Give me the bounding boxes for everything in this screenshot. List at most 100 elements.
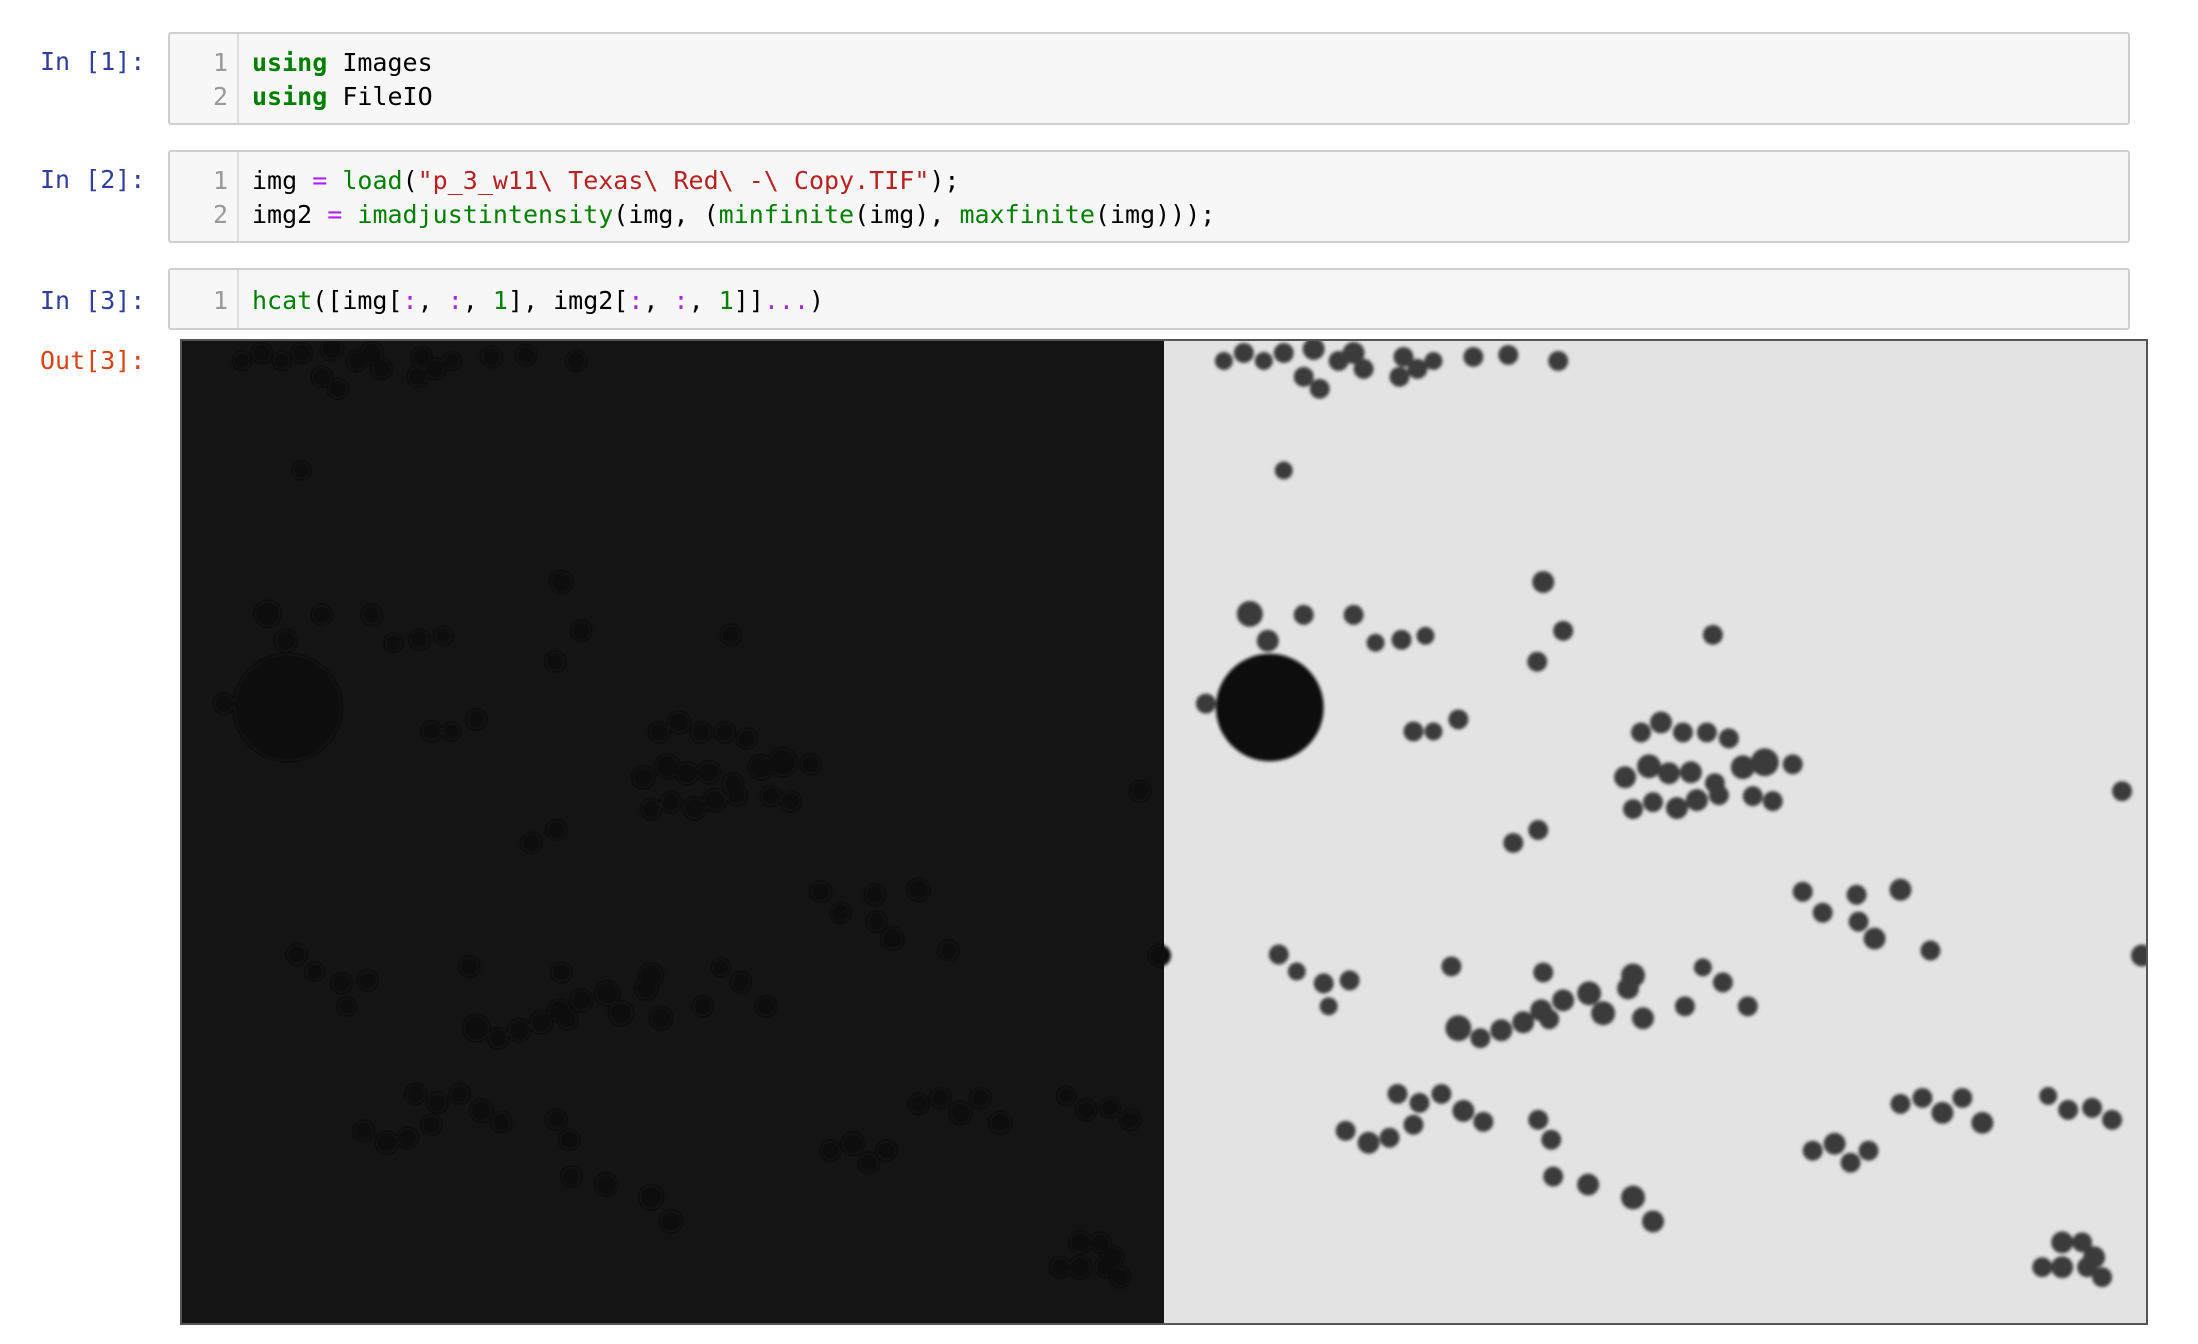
cell-blob	[1552, 989, 1575, 1012]
cell-blob	[311, 604, 332, 625]
cell-blob	[1403, 721, 1424, 742]
cell-blob	[1642, 1210, 1664, 1233]
cell-blob	[251, 342, 272, 363]
cell-blob	[427, 1092, 448, 1113]
code-token: ,	[462, 286, 493, 315]
code-line: 2 img2 = imadjustintensity(img, (minfinit…	[170, 198, 2128, 232]
cell-blob	[1512, 1011, 1535, 1034]
cell-blob	[274, 629, 297, 652]
cell-blob	[1623, 799, 1644, 820]
cell-blob	[2102, 1109, 2123, 1130]
cell-blob	[559, 1129, 580, 1150]
code-token: ,	[643, 286, 674, 315]
cell-blob	[1057, 1086, 1076, 1105]
cell-blob	[690, 722, 711, 743]
cell-blob	[1696, 722, 1717, 743]
cell-blob	[1149, 944, 1171, 967]
cell-blob	[1840, 1152, 1861, 1173]
line-number: 1	[212, 166, 228, 195]
cell-blob	[1343, 604, 1364, 625]
cell-blob	[292, 461, 311, 480]
code-line: 1 using Images	[170, 46, 2128, 80]
cell-blob	[655, 754, 679, 779]
code-token: =	[312, 166, 328, 195]
cell-blob	[546, 820, 567, 840]
cell-blob	[1335, 1120, 1356, 1141]
line-number: 2	[212, 82, 228, 111]
cell-blob	[661, 792, 681, 813]
cell-blob	[481, 346, 502, 367]
cell-blob	[639, 1185, 664, 1210]
code-token: 1	[718, 286, 734, 315]
cell-blob	[635, 977, 658, 1000]
code-text: using FileIO	[252, 80, 433, 114]
cell-blob	[1490, 1019, 1513, 1042]
cell-blob	[1409, 1092, 1430, 1113]
cell-blob	[1293, 604, 1314, 625]
cell-blob	[1650, 711, 1672, 734]
cell-blob	[1548, 350, 1569, 371]
cell-blob	[213, 693, 234, 714]
cell-blob	[384, 633, 403, 652]
cell-blob	[810, 881, 831, 902]
cell-blob	[2082, 1097, 2103, 1118]
cell-blob	[1718, 728, 1739, 749]
original-image-panel	[182, 341, 1164, 1323]
cell-blob	[650, 1007, 673, 1030]
cell-blob	[730, 972, 751, 993]
cell-blob	[557, 1009, 578, 1030]
code-editor[interactable]: 1 hcat([img[:, :, 1], img2[:, :, 1]]...)	[168, 268, 2130, 330]
code-token: 1	[492, 286, 508, 315]
cell-blob	[641, 799, 662, 820]
cell-blob	[697, 761, 720, 784]
cell-blob	[858, 1152, 879, 1173]
cell-blob	[397, 1127, 418, 1148]
cell-blob	[1679, 761, 1702, 784]
code-token: (	[402, 166, 418, 195]
cell-blob	[683, 797, 706, 820]
cell-blob	[1069, 1231, 1092, 1254]
cell-blob	[1577, 981, 1602, 1006]
cell-blob	[1971, 1111, 1994, 1134]
cell-blob	[327, 378, 348, 399]
cell-blob	[1214, 351, 1233, 370]
cell-blob	[1473, 1111, 1494, 1132]
cell-blob	[2051, 1231, 2074, 1254]
code-token: imadjustintensity	[357, 200, 614, 229]
code-token: img2	[252, 200, 328, 229]
cell-blob	[1215, 653, 1324, 762]
cell-blob	[1657, 762, 1680, 785]
cell-blob	[286, 944, 307, 965]
cell-blob	[1539, 1009, 1560, 1030]
code-editor[interactable]: 1 using Images 2 using FileIO	[168, 32, 2130, 125]
cell-blob	[1050, 1257, 1071, 1278]
code-text: img2 = imadjustintensity(img, (minfinite…	[252, 198, 1215, 232]
code-token: img	[252, 166, 313, 195]
cell-blob	[361, 604, 382, 625]
cell-blob	[1100, 1097, 1121, 1118]
cell-blob	[508, 1019, 531, 1042]
cell-blob	[1890, 1093, 1911, 1114]
cell-blob	[714, 722, 735, 743]
code-token: (img)));	[1094, 200, 1216, 229]
cell-blob	[521, 832, 542, 853]
cell-blob	[726, 785, 747, 806]
cell-blob	[1293, 366, 1314, 387]
input-prompt: In [2]:	[40, 165, 146, 194]
cell-blob	[1503, 832, 1524, 853]
cell-blob	[800, 754, 821, 775]
code-token: (img, (	[613, 200, 719, 229]
cell-blob	[1528, 1109, 1549, 1130]
cell-blob	[405, 1083, 426, 1104]
cell-blob	[1424, 722, 1443, 741]
code-editor[interactable]: 1 img = load("p_3_w11\ Texas\ Red\ -\ Cop…	[168, 150, 2130, 243]
cell-blob	[1621, 1185, 1646, 1210]
cell-blob	[1541, 1129, 1562, 1150]
cell-blob	[2039, 1086, 2058, 1105]
cell-blob	[881, 927, 904, 950]
cell-blob	[1353, 358, 1374, 379]
cell-blob	[736, 728, 757, 749]
code-token: using	[252, 82, 328, 111]
cell-blob	[649, 722, 670, 743]
cell-blob	[1357, 1131, 1380, 1154]
